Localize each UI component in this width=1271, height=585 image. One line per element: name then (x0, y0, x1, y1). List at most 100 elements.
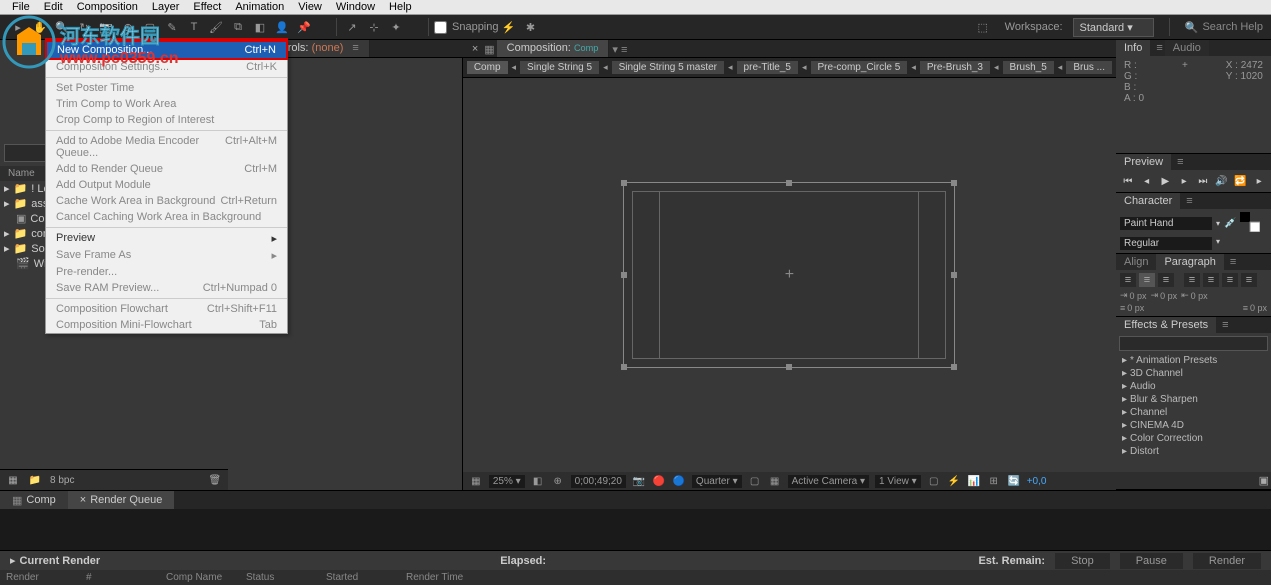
menu-cache-workarea[interactable]: Cache Work Area in BackgroundCtrl+Return (46, 193, 287, 209)
preset-folder[interactable]: ▸ 3D Channel (1116, 367, 1271, 380)
menu-mini-flowchart[interactable]: Composition Mini-FlowchartTab (46, 317, 287, 333)
justify-all-button[interactable]: ≡ (1241, 273, 1257, 287)
menu-trim-comp[interactable]: Trim Comp to Work Area (46, 96, 287, 112)
menu-new-composition[interactable]: New Composition...Ctrl+N (45, 40, 288, 60)
menu-save-frame-as[interactable]: Save Frame As▸ (46, 247, 287, 264)
timecode-display[interactable]: 0;00;49;20 (571, 475, 626, 488)
menu-window[interactable]: Window (329, 0, 382, 14)
fast-preview-icon[interactable]: ⚡ (947, 474, 961, 488)
menu-animation[interactable]: Animation (228, 0, 291, 14)
camera-tool-icon[interactable]: 📷 (96, 17, 116, 37)
comp-nav-tab[interactable]: Single String 5 (520, 61, 599, 74)
menu-composition[interactable]: Composition (70, 0, 145, 14)
grid-button[interactable]: ▦ (469, 474, 483, 488)
text-tool-icon[interactable]: T (184, 17, 204, 37)
roto-tool-icon[interactable]: 👤 (272, 17, 292, 37)
menu-comp-flowchart[interactable]: Composition FlowchartCtrl+Shift+F11 (46, 301, 287, 317)
clone-tool-icon[interactable]: ⧉ (228, 17, 248, 37)
target-icon[interactable]: ⊕ (551, 474, 565, 488)
rotate-tool-icon[interactable]: ↻ (74, 17, 94, 37)
comp-nav-tab[interactable]: Pre-Brush_3 (920, 61, 990, 74)
search-help[interactable]: 🔍 Search Help (1185, 21, 1263, 34)
zoom-dropdown[interactable]: 25% ▾ (489, 475, 525, 488)
eyedropper-icon[interactable]: 💉 (1224, 218, 1236, 229)
selection-tool-icon[interactable]: ▸ (8, 17, 28, 37)
preset-new-icon[interactable]: ▣ (1259, 475, 1269, 487)
font-style-dropdown[interactable]: Regular (1120, 237, 1212, 250)
comp-nav-tab[interactable]: Brush_5 (1003, 61, 1054, 74)
menu-add-encoder[interactable]: Add to Adobe Media Encoder Queue...Ctrl+… (46, 133, 287, 161)
view-dropdown[interactable]: 1 View ▾ (875, 475, 921, 488)
view-axis-icon[interactable]: ✦ (386, 17, 406, 37)
snap-more-icon[interactable]: ✱ (521, 17, 541, 37)
menu-crop-comp[interactable]: Crop Comp to Region of Interest (46, 112, 287, 128)
preset-folder[interactable]: ▸ * Animation Presets (1116, 354, 1271, 367)
bpc-button[interactable]: 8 bpc (50, 475, 74, 486)
preset-folder[interactable]: ▸ Audio (1116, 380, 1271, 393)
menu-view[interactable]: View (291, 0, 329, 14)
snapshot-icon[interactable]: 📷 (632, 474, 646, 488)
justify-right-button[interactable]: ≡ (1222, 273, 1238, 287)
align-right-button[interactable]: ≡ (1158, 273, 1174, 287)
rgb-icon[interactable]: 🔵 (672, 474, 686, 488)
paragraph-tab[interactable]: Paragraph (1156, 254, 1223, 270)
align-tab[interactable]: Align (1116, 254, 1156, 270)
render-queue-tab[interactable]: × Render Queue (68, 491, 175, 509)
ram-preview-button[interactable]: ▸ (1251, 174, 1267, 188)
pause-button[interactable]: Pause (1120, 553, 1183, 569)
eraser-tool-icon[interactable]: ◧ (250, 17, 270, 37)
justify-center-button[interactable]: ≡ (1203, 273, 1219, 287)
flowchart-icon[interactable]: ⊞ (987, 474, 1001, 488)
last-frame-button[interactable]: ⏭ (1195, 174, 1211, 188)
local-axis-icon[interactable]: ↗ (342, 17, 362, 37)
pen-tool-icon[interactable]: ✎ (162, 17, 182, 37)
comp-nav-tab[interactable]: Single String 5 master (612, 61, 724, 74)
menu-help[interactable]: Help (382, 0, 419, 14)
timeline-comp-tab[interactable]: ▦ Comp (0, 491, 68, 509)
menu-prerender[interactable]: Pre-render... (46, 264, 287, 280)
camera-dropdown[interactable]: Active Camera ▾ (788, 475, 869, 488)
timeline-icon[interactable]: 📊 (967, 474, 981, 488)
indent-left[interactable]: ⇥ 0 px (1120, 290, 1147, 301)
space-after[interactable]: ≡ 0 px (1243, 303, 1267, 313)
current-render-toggle[interactable]: ▸ Current Render (10, 554, 100, 567)
composition-viewer[interactable]: + (463, 78, 1116, 472)
preset-folder[interactable]: ▸ Color Correction (1116, 432, 1271, 445)
world-axis-icon[interactable]: ⊹ (364, 17, 384, 37)
menu-edit[interactable]: Edit (37, 0, 70, 14)
menu-save-ram-preview[interactable]: Save RAM Preview...Ctrl+Numpad 0 (46, 280, 287, 296)
folder-new-icon[interactable]: 📁 (28, 473, 42, 487)
preset-folder[interactable]: ▸ CINEMA 4D (1116, 419, 1271, 432)
justify-left-button[interactable]: ≡ (1184, 273, 1200, 287)
transparency-icon[interactable]: ▦ (768, 474, 782, 488)
zoom-tool-icon[interactable]: 🔍 (52, 17, 72, 37)
menu-set-poster-time[interactable]: Set Poster Time (46, 80, 287, 96)
effects-search-input[interactable] (1119, 336, 1268, 351)
prev-frame-button[interactable]: ◂ (1139, 174, 1155, 188)
snap-opts-icon[interactable]: ⚡ (499, 17, 519, 37)
indent-right[interactable]: ⇤ 0 px (1181, 290, 1208, 301)
next-frame-button[interactable]: ▸ (1176, 174, 1192, 188)
play-button[interactable]: ▶ (1158, 174, 1174, 188)
exposure-value[interactable]: +0,0 (1027, 476, 1047, 487)
comp-nav-tab[interactable]: pre-Title_5 (737, 61, 798, 74)
shape-tool-icon[interactable]: ▢ (140, 17, 160, 37)
quality-dropdown[interactable]: Quarter ▾ (692, 475, 742, 488)
menu-effect[interactable]: Effect (186, 0, 228, 14)
sync-icon[interactable]: ⬚ (973, 17, 993, 37)
align-left-button[interactable]: ≡ (1120, 273, 1136, 287)
preview-tab[interactable]: Preview (1116, 154, 1171, 170)
indent-first[interactable]: ⇥ 0 px (1151, 290, 1178, 301)
puppet-tool-icon[interactable]: 📌 (294, 17, 314, 37)
menu-preview[interactable]: Preview▸ (46, 230, 287, 247)
snapping-checkbox[interactable] (434, 21, 447, 34)
preset-folder[interactable]: ▸ Blur & Sharpen (1116, 393, 1271, 406)
reset-exposure-icon[interactable]: 🔄 (1007, 474, 1021, 488)
loop-button[interactable]: 🔁 (1233, 174, 1249, 188)
mute-button[interactable]: 🔊 (1214, 174, 1230, 188)
preset-folder[interactable]: ▸ Distort (1116, 445, 1271, 458)
character-tab[interactable]: Character (1116, 193, 1180, 209)
info-tab[interactable]: Info (1116, 40, 1150, 56)
roi-icon[interactable]: ▢ (748, 474, 762, 488)
menu-layer[interactable]: Layer (145, 0, 187, 14)
